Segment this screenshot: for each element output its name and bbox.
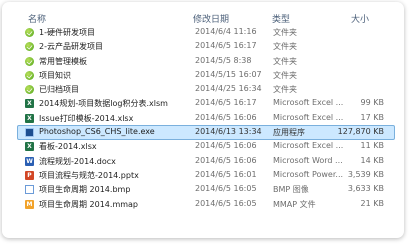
file-type: BMP 图像 <box>273 185 309 195</box>
file-name: 2-云产品研发项目 <box>39 42 103 52</box>
file-date: 2014/6/5 16:01 <box>195 169 257 179</box>
file-size: 11 KB <box>360 141 384 151</box>
file-type: 文件夹 <box>273 70 297 80</box>
column-header-size[interactable]: 大小 <box>351 12 369 25</box>
file-row[interactable]: 项目生命周期 2014.bmp 2014/6/5 16:05 BMP 图像 3,633… <box>2 182 404 196</box>
file-name: 已归档项目 <box>39 85 79 95</box>
file-type: Microsoft Excel ... <box>273 112 344 122</box>
file-name: 2014规划-项目数据log积分表.xlsm <box>39 99 168 109</box>
file-name: 项目流程与规范-2014.pptx <box>39 170 139 180</box>
file-row[interactable]: W 流程规划-2014.docx 2014/6/5 16:06 Microsoft W… <box>2 154 404 168</box>
file-date: 2014/6/5 16:17 <box>195 98 257 108</box>
folder-check-icon <box>25 28 34 37</box>
file-row[interactable]: M 项目生命周期 2014.mmap 2014/6/5 16:05 MMAP 文件 21… <box>2 197 404 211</box>
file-size: 17 KB <box>360 112 384 122</box>
file-date: 2014/6/5 16:05 <box>195 184 257 194</box>
file-row[interactable]: X 2014规划-项目数据log积分表.xlsm 2014/6/5 16:17 Mic… <box>2 96 404 110</box>
file-row[interactable]: P 项目流程与规范-2014.pptx 2014/6/5 16:01 Microsof… <box>2 168 404 182</box>
file-size: 99 KB <box>360 98 384 108</box>
folder-check-icon <box>25 85 34 95</box>
file-row[interactable]: Photoshop_CS6_CHS_lite.exe 2014/6/13 13:3… <box>2 125 404 141</box>
file-name: 项目生命周期 2014.bmp <box>39 185 131 195</box>
word-icon: W <box>25 156 34 166</box>
file-date: 2014/4/25 16:34 <box>195 84 262 94</box>
file-name: Photoshop_CS6_CHS_lite.exe <box>39 127 155 137</box>
file-name: 看板-2014.xlsx <box>39 142 97 152</box>
powerpoint-icon: P <box>25 170 34 180</box>
column-header-date[interactable]: 修改日期 <box>193 12 229 25</box>
file-name: 流程规划-2014.docx <box>39 156 116 166</box>
excel-icon: X <box>25 99 34 109</box>
folder-check-icon <box>25 56 34 66</box>
file-date: 2014/6/4 11:16 <box>195 27 257 36</box>
file-name: 项目生命周期 2014.mmap <box>39 199 139 209</box>
file-type: 文件夹 <box>273 85 297 95</box>
file-date: 2014/6/5 16:06 <box>195 112 257 122</box>
file-name: 1-硬件研发项目 <box>39 28 95 37</box>
file-row[interactable]: 项目知识 2014/5/15 16:07 文件夹 <box>2 68 404 82</box>
exe-icon <box>25 128 34 138</box>
file-type: MMAP 文件 <box>273 199 316 209</box>
file-type: Microsoft Excel ... <box>273 141 344 151</box>
file-row[interactable]: X 看板-2014.xlsx 2014/6/5 16:06 Microsoft Exc… <box>2 139 404 153</box>
column-header-type[interactable]: 类型 <box>272 12 290 25</box>
file-type: 文件夹 <box>273 56 297 66</box>
file-date: 2014/6/5 16:06 <box>195 155 257 165</box>
file-row[interactable]: 1-硬件研发项目 2014/6/4 11:16 文件夹 <box>2 25 404 39</box>
folder-check-icon <box>25 70 34 80</box>
file-date: 2014/6/5 16:06 <box>195 141 257 151</box>
file-row[interactable]: 常用管理模板 2014/5/5 8:38 文件夹 <box>2 54 404 68</box>
file-type: 文件夹 <box>273 42 297 52</box>
file-date: 2014/6/5 16:05 <box>195 198 257 208</box>
file-row[interactable]: X Issue打印模板-2014.xlsx 2014/6/5 16:06 Micros… <box>2 111 404 125</box>
file-type: Microsoft Excel ... <box>273 98 344 108</box>
file-row[interactable]: 2-云产品研发项目 2014/6/5 16:17 文件夹 <box>2 39 404 53</box>
file-name: 常用管理模板 <box>39 56 87 66</box>
file-type: Microsoft Word ... <box>273 155 343 165</box>
excel-icon: X <box>25 142 34 152</box>
folder-check-icon <box>25 42 34 52</box>
mindmap-icon: M <box>25 199 34 209</box>
bitmap-icon <box>25 185 34 195</box>
file-date: 2014/5/5 8:38 <box>195 55 252 65</box>
file-date: 2014/6/5 16:17 <box>195 41 257 51</box>
file-name: Issue打印模板-2014.xlsx <box>39 113 134 123</box>
file-size: 127,870 KB <box>337 127 384 137</box>
file-row[interactable]: 已归档项目 2014/4/25 16:34 文件夹 <box>2 82 404 96</box>
file-size: 21 KB <box>360 198 384 208</box>
file-size: 3,539 KB <box>347 169 384 179</box>
excel-icon: X <box>25 113 34 123</box>
file-size: 3,633 KB <box>347 184 384 194</box>
file-type: Microsoft Power... <box>273 169 344 179</box>
file-size: 14 KB <box>360 155 384 165</box>
file-explorer-window: 名称 修改日期 类型 大小 1-硬件研发项目 2014/6/4 11:16 文件夹 2… <box>2 2 404 238</box>
file-name: 项目知识 <box>39 70 71 80</box>
file-date: 2014/5/15 16:07 <box>195 69 262 79</box>
column-header-bar: 名称 修改日期 类型 大小 <box>2 2 404 25</box>
column-header-name[interactable]: 名称 <box>28 12 46 25</box>
file-type: 应用程序 <box>273 128 305 138</box>
file-type: 文件夹 <box>273 28 297 37</box>
file-date: 2014/6/13 13:34 <box>195 127 262 137</box>
file-list: 1-硬件研发项目 2014/6/4 11:16 文件夹 2-云产品研发项目 2014/6… <box>2 25 404 211</box>
